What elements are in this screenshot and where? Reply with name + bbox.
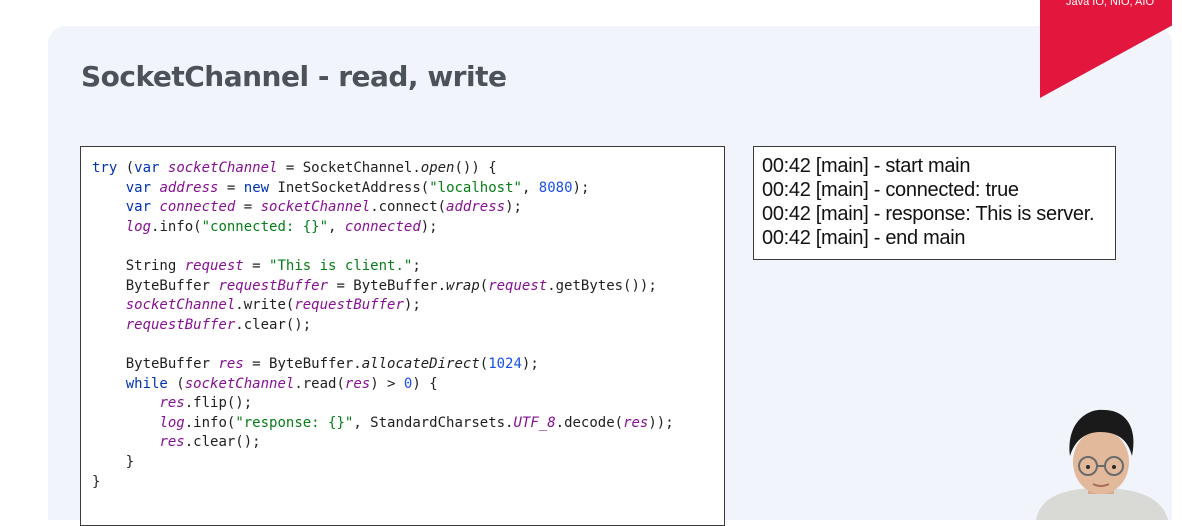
code-line: log.info("response: {}", StandardCharset… [159,414,674,431]
corner-ribbon-label: Java IO, NIO, AIO [1065,0,1154,8]
code-line: res.clear(); [159,434,261,451]
console-line: 00:42 [main] - start main [762,155,971,177]
console-line: 00:42 [main] - connected: true [762,179,1019,201]
console-output-panel: 00:42 [main] - start main 00:42 [main] -… [753,146,1116,260]
console-line: 00:42 [main] - response: This is server. [762,203,1095,225]
code-line: res.flip(); [159,395,253,412]
console-line: 00:42 [main] - end main [762,227,966,249]
code-line: var address = new InetSocketAddress("loc… [125,179,590,196]
code-line: requestBuffer.clear(); [125,316,312,333]
code-line: try (var socketChannel = SocketChannel.o… [92,160,497,176]
code-line: log.info("connected: {}", connected); [125,218,438,235]
code-line: socketChannel.write(requestBuffer); [125,297,421,314]
code-line: String request = "This is client."; [92,257,421,274]
code-line: ByteBuffer requestBuffer = ByteBuffer.wr… [92,277,657,294]
code-line: var connected = socketChannel.connect(ad… [125,199,522,216]
code-panel: try (var socketChannel = SocketChannel.o… [80,146,725,526]
code-line: while (socketChannel.read(res) > 0) { [125,375,438,392]
presenter-avatar-icon [1036,409,1168,520]
code-line: ByteBuffer res = ByteBuffer.allocateDire… [92,355,539,372]
slide-title: SocketChannel - read, write [81,60,507,93]
code-line: } [92,473,101,490]
code-line: } [92,453,135,470]
code-block: try (var socketChannel = SocketChannel.o… [92,159,674,492]
